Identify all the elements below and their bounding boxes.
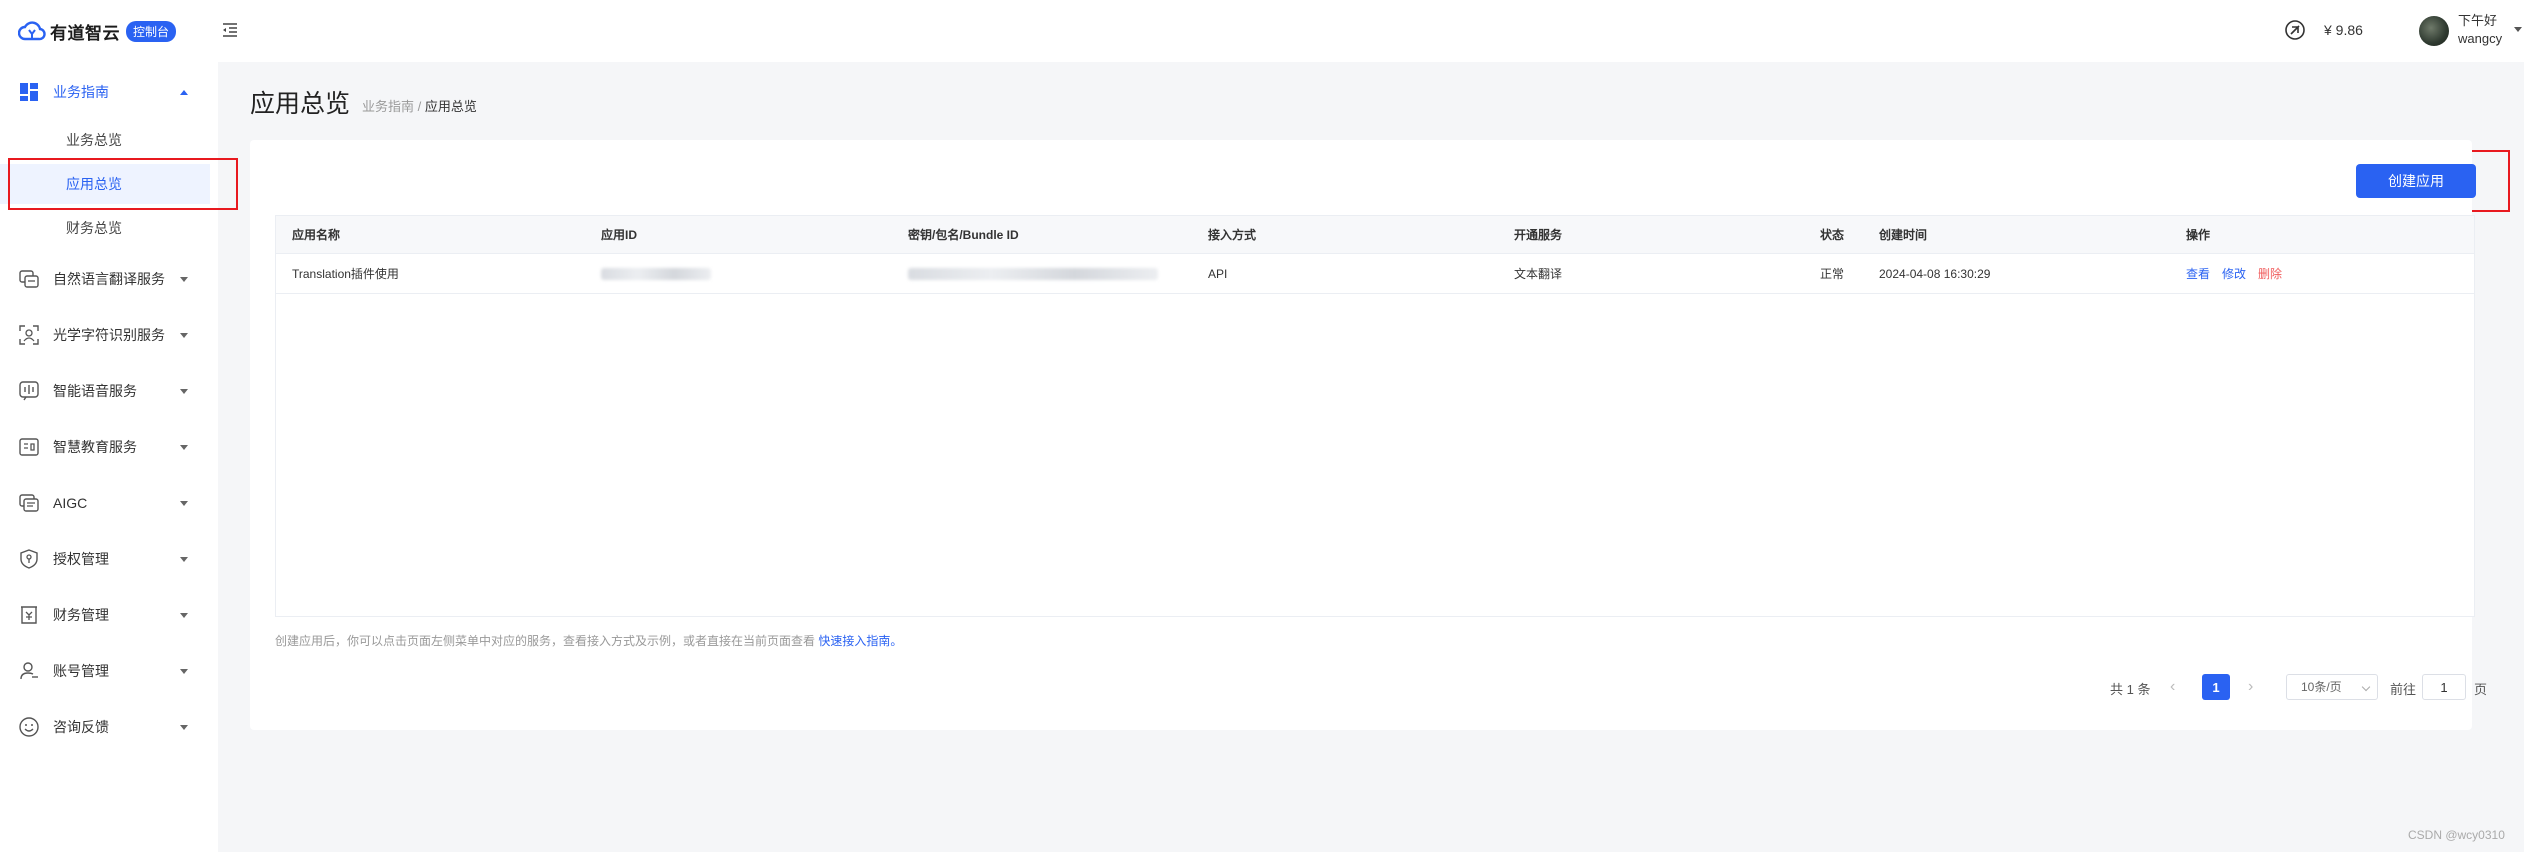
voice-icon [19, 381, 39, 401]
logo-text: 有道智云 [50, 23, 120, 43]
cell-access: API [1208, 266, 1228, 281]
greeting-text: 下午好 [2458, 13, 2498, 28]
sidebar-group-feedback[interactable]: 咨询反馈 [0, 707, 218, 747]
sidebar-group-education[interactable]: 智慧教育服务 [0, 427, 218, 467]
sidebar-group-label: AIGC [53, 495, 88, 511]
cell-app-id-redacted [601, 254, 711, 293]
ocr-scan-icon [19, 325, 39, 345]
breadcrumb-separator: / [417, 99, 422, 114]
watermark: CSDN @wcy0310 [2408, 828, 2505, 842]
sidebar-group-label: 咨询反馈 [53, 719, 109, 735]
cell-created: 2024-04-08 16:30:29 [1879, 266, 1991, 281]
education-icon [19, 438, 39, 456]
highlight-box-sidebar [8, 158, 238, 210]
edit-link[interactable]: 修改 [2222, 265, 2246, 282]
sidebar-group-authorization[interactable]: 授权管理 [0, 539, 218, 579]
menu-collapse-icon[interactable] [220, 20, 240, 40]
app-table: 应用名称 应用ID 密钥/包名/Bundle ID 接入方式 开通服务 状态 创… [275, 215, 2475, 617]
sidebar-item-finance-overview[interactable]: 财务总览 [0, 208, 210, 248]
user-greeting[interactable]: 下午好 wangcy [2458, 12, 2502, 48]
column-header-access: 接入方式 [1208, 228, 1257, 242]
quick-guide-link[interactable]: 快速接入指南。 [818, 634, 902, 648]
balance-icon[interactable] [2284, 19, 2306, 41]
chevron-down-icon [180, 500, 188, 506]
page-title: 应用总览 [250, 90, 351, 118]
sidebar-group-voice[interactable]: 智能语音服务 [0, 371, 218, 411]
sidebar-group-finance[interactable]: 财务管理 [0, 595, 218, 635]
top-bar: 有道智云 控制台 ¥ 9.86 下午好 wangcy [0, 0, 2524, 62]
sidebar-group-account[interactable]: 账号管理 [0, 651, 218, 691]
column-header-app-id: 应用ID [601, 228, 638, 242]
cell-status: 正常 [1820, 267, 1845, 281]
goto-page-input[interactable] [2422, 674, 2466, 700]
column-header-name: 应用名称 [292, 228, 341, 242]
page-size-value: 10条/页 [2301, 680, 2342, 694]
cell-service: 文本翻译 [1514, 267, 1563, 281]
logo[interactable]: 有道智云 控制台 [18, 18, 177, 44]
help-hint: 创建应用后，你可以点击页面左侧菜单中对应的服务，查看接入方式及示例，或者直接在当… [275, 632, 902, 649]
avatar[interactable] [2419, 16, 2449, 46]
hint-text: 创建应用后，你可以点击页面左侧菜单中对应的服务，查看接入方式及示例，或者直接在当… [275, 634, 816, 648]
user-icon [20, 662, 38, 680]
chevron-down-icon [180, 444, 188, 450]
breadcrumb-parent[interactable]: 业务指南 [362, 99, 414, 114]
chevron-down-icon [180, 668, 188, 674]
cell-key-redacted [908, 254, 1158, 293]
sidebar-group-label: 智慧教育服务 [53, 439, 137, 455]
breadcrumb: 业务指南 / 应用总览 [362, 96, 477, 115]
column-header-status: 状态 [1820, 228, 1845, 242]
prev-page-icon[interactable]: ‹ [2170, 674, 2175, 700]
username: wangcy [2458, 31, 2503, 46]
pagination-total: 共 1 条 [2110, 681, 2151, 697]
chevron-down-icon [180, 332, 188, 338]
dashboard-icon [20, 83, 38, 101]
sidebar-group-label: 智能语音服务 [53, 383, 137, 399]
chevron-down-icon [180, 556, 188, 562]
cell-app-name: Translation插件使用 [292, 267, 399, 281]
sidebar-group-ocr[interactable]: 光学字符识别服务 [0, 315, 218, 355]
chevron-down-icon[interactable] [2514, 27, 2522, 32]
sidebar-group-business-guide[interactable]: 业务指南 [0, 72, 218, 112]
sidebar-group-label: 授权管理 [53, 551, 109, 567]
goto-suffix: 页 [2474, 681, 2488, 697]
column-header-created: 创建时间 [1879, 228, 1928, 242]
next-page-icon[interactable]: › [2248, 674, 2253, 700]
sidebar-group-label: 光学字符识别服务 [53, 327, 165, 343]
shield-icon [20, 549, 38, 569]
chevron-up-icon [180, 89, 188, 95]
chevron-down-icon [180, 612, 188, 618]
delete-link[interactable]: 删除 [2258, 265, 2282, 282]
chevron-down-icon [180, 388, 188, 394]
breadcrumb-current: 应用总览 [424, 99, 477, 114]
cloud-logo-icon [18, 21, 46, 41]
sidebar-group-aigc[interactable]: AIGC [0, 483, 218, 523]
column-header-service: 开通服务 [1514, 228, 1563, 242]
console-badge: 控制台 [126, 20, 177, 42]
cell-actions: 查看 修改 删除 [2186, 254, 2294, 293]
column-header-key: 密钥/包名/Bundle ID [908, 228, 1019, 242]
table-header: 应用名称 应用ID 密钥/包名/Bundle ID 接入方式 开通服务 状态 创… [276, 216, 2474, 254]
sidebar-item-business-overview[interactable]: 业务总览 [0, 120, 210, 160]
translate-icon [19, 270, 39, 288]
sidebar-group-translation[interactable]: 自然语言翻译服务 [0, 259, 218, 299]
finance-icon [21, 606, 37, 624]
chevron-down-icon [2361, 682, 2371, 692]
aigc-icon [19, 494, 39, 512]
sidebar-group-label: 财务管理 [53, 607, 109, 623]
view-link[interactable]: 查看 [2186, 265, 2210, 282]
sidebar-group-label: 账号管理 [53, 663, 109, 679]
table-row: Translation插件使用 API 文本翻译 正常 2024-04-08 1… [276, 254, 2474, 294]
sidebar-group-label: 自然语言翻译服务 [53, 271, 165, 287]
chevron-down-icon [180, 724, 188, 730]
page-number-current[interactable]: 1 [2202, 674, 2230, 700]
column-header-actions: 操作 [2186, 228, 2211, 242]
balance-amount: ¥ 9.86 [2324, 22, 2363, 38]
feedback-icon [19, 717, 39, 737]
page-size-select[interactable]: 10条/页 [2286, 674, 2378, 700]
create-app-button[interactable]: 创建应用 [2356, 164, 2476, 198]
chevron-down-icon [180, 276, 188, 282]
sidebar-group-label: 业务指南 [53, 84, 109, 100]
goto-prefix: 前往 [2390, 681, 2417, 697]
